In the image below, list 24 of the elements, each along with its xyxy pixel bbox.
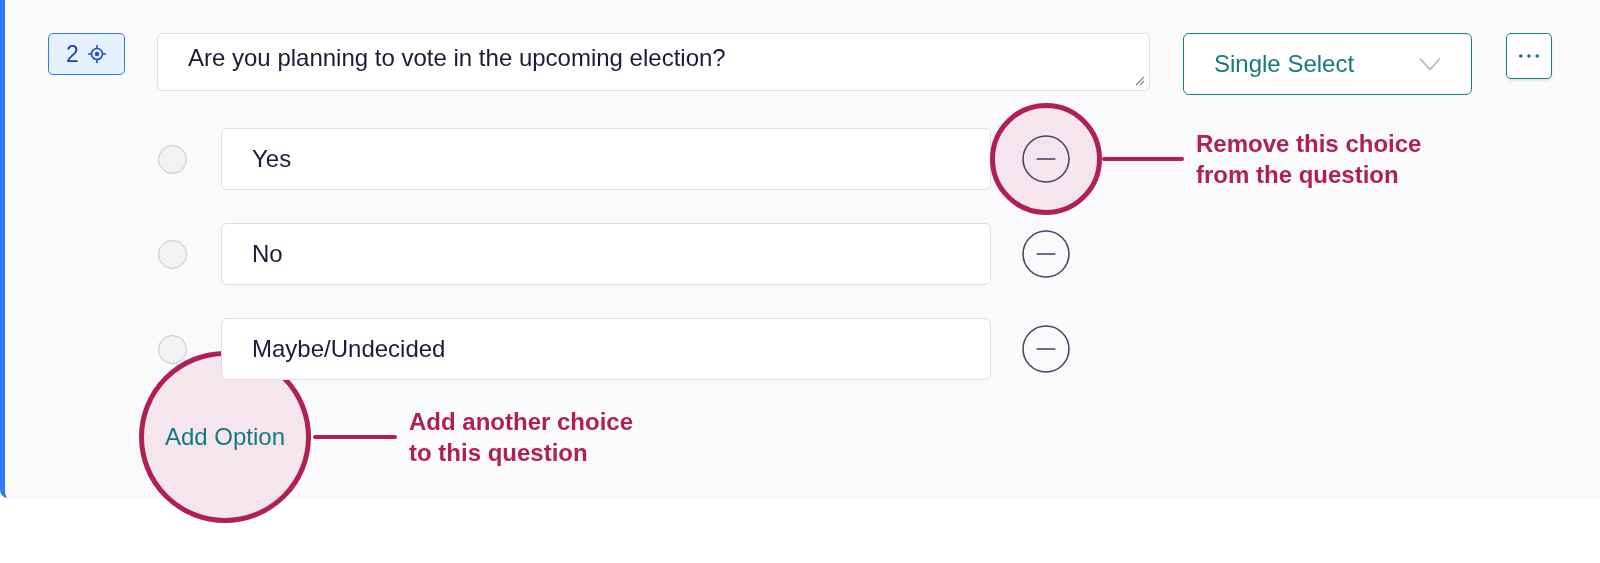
radio-button[interactable]: [158, 334, 187, 364]
minus-circle-icon: [1022, 230, 1070, 278]
add-option-link[interactable]: Add Option: [164, 423, 286, 451]
remove-button[interactable]: [1022, 135, 1070, 183]
target-icon: [86, 44, 107, 64]
question-field[interactable]: Are you planning to vote in the upcoming election?: [157, 33, 1150, 91]
resize-handle-icon[interactable]: [1133, 74, 1145, 86]
chevron-down-icon: [1419, 57, 1441, 71]
option-field[interactable]: Maybe/Undecided: [221, 318, 991, 380]
remove-button[interactable]: [1022, 325, 1070, 373]
minus-circle-icon: [1022, 325, 1070, 373]
question-type-dropdown[interactable]: Single Select: [1183, 33, 1472, 95]
question-number: 2: [66, 40, 79, 68]
option-field[interactable]: No: [221, 223, 991, 285]
radio-button[interactable]: [158, 239, 187, 269]
option-field[interactable]: Yes: [221, 128, 991, 190]
radio-button[interactable]: [158, 144, 187, 174]
callout-text: Add another choice to this question: [409, 407, 635, 468]
callout-text: Remove this choice from the question: [1196, 129, 1423, 190]
question-number-badge[interactable]: 2: [48, 33, 125, 75]
minus-circle-icon: [1022, 135, 1070, 183]
more-icon: [1518, 53, 1540, 59]
remove-button[interactable]: [1022, 230, 1070, 278]
more-button[interactable]: [1506, 33, 1552, 79]
